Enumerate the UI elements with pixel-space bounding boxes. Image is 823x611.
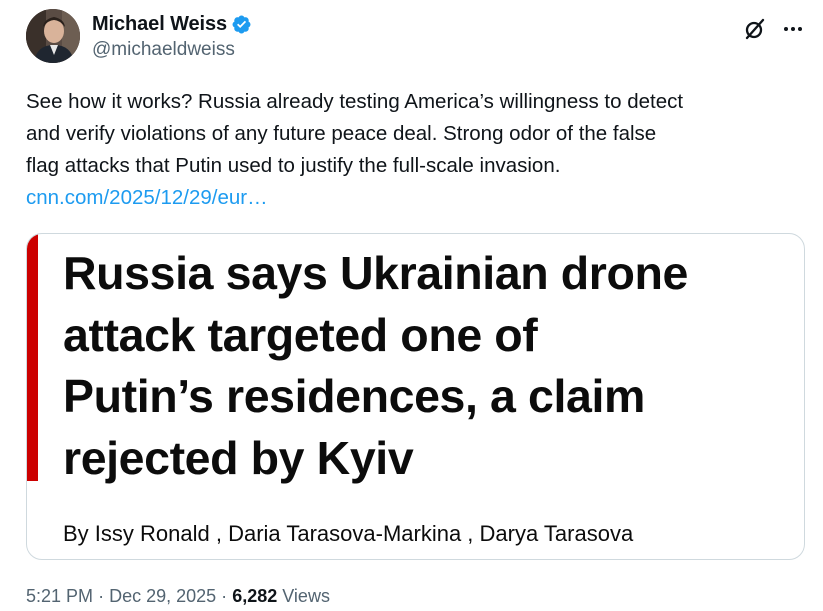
tweet-text: See how it works? Russia already testing… [26,86,816,214]
display-name[interactable]: Michael Weiss [92,13,227,36]
headline-line: Russia says Ukrainian drone [63,247,688,299]
avatar-photo [26,9,80,63]
more-dots-icon[interactable] [781,17,805,41]
views-count: 6,282 [232,586,278,606]
card-byline: By Issy Ronald , Daria Tarasova-Markina … [63,521,634,546]
avatar[interactable] [26,9,80,63]
author-info: Michael Weiss @michaeldweiss [92,11,252,61]
views-label: Views [282,586,330,606]
meta-separator: · [98,586,105,606]
link-preview-card[interactable]: Russia says Ukrainian drone attack targe… [26,233,805,560]
grok-icon[interactable] [743,17,767,41]
post-time[interactable]: 5:21 PM [26,586,93,606]
headline-line: Putin’s residences, a claim [63,370,645,422]
post-date[interactable]: Dec 29, 2025 [109,586,216,606]
tweet-meta: 5:21 PM · Dec 29, 2025 · 6,282 Views [26,586,330,607]
verified-badge-icon[interactable] [231,14,252,35]
card-accent-bar [27,234,38,481]
tweet-text-line: See how it works? Russia already testing… [26,90,684,113]
tweet-text-line: and verify violations of any future peac… [26,122,657,145]
handle[interactable]: @michaeldweiss [92,39,252,61]
card-headline: Russia says Ukrainian drone attack targe… [63,243,783,489]
headline-line: rejected by Kyiv [63,431,414,484]
tweet-text-line: flag attacks that Putin used to justify … [26,154,561,177]
tweet-header: Michael Weiss @michaeldweiss [26,9,816,69]
headline-line: attack targeted one of [63,308,538,361]
tweet: Michael Weiss @michaeldweiss See how it … [0,0,823,611]
article-link[interactable]: cnn.com/2025/12/29/eur… [26,182,816,214]
meta-separator: · [221,586,228,606]
